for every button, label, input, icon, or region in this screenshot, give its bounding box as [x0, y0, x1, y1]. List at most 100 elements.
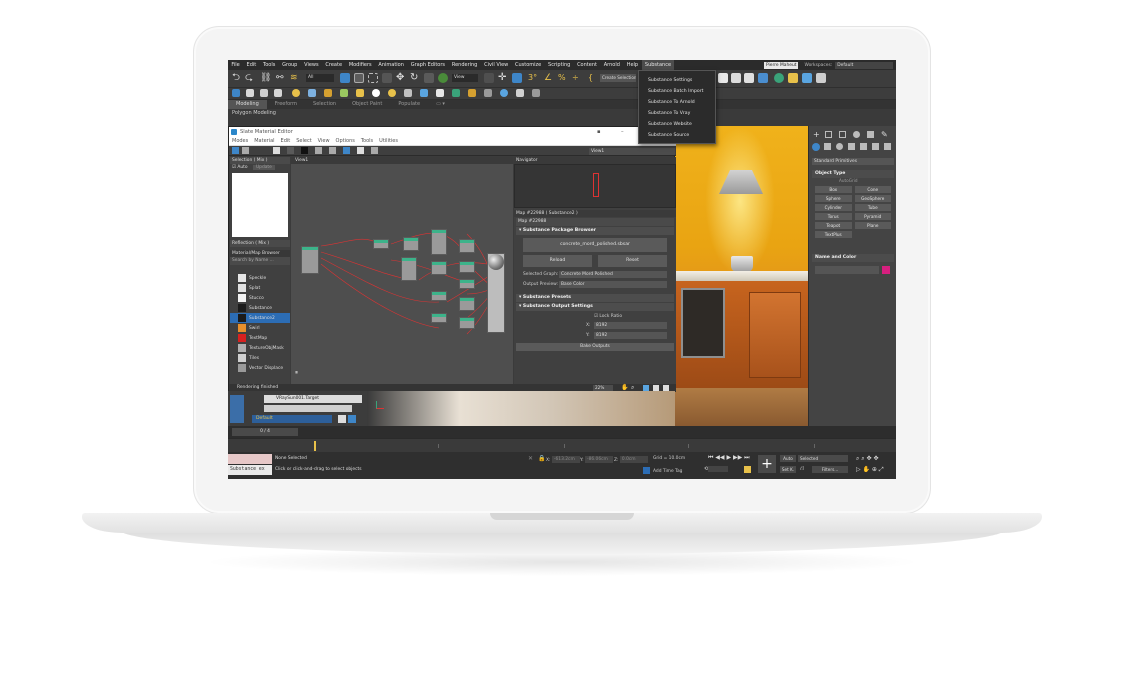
- layer-default[interactable]: Default: [252, 415, 332, 423]
- set-key-button[interactable]: Set K.: [780, 466, 796, 473]
- pan-icon[interactable]: ✋: [621, 384, 628, 391]
- menu-content[interactable]: Content: [574, 60, 601, 70]
- snaps-toggle-icon[interactable]: 3°: [528, 73, 538, 83]
- shape-icon[interactable]: [324, 89, 332, 97]
- output-settings-rollout[interactable]: ▾ Substance Output Settings: [516, 303, 674, 311]
- x-resolution-select[interactable]: 8192: [594, 321, 667, 329]
- vray-light-icon[interactable]: [452, 89, 460, 97]
- layer-icon[interactable]: [232, 89, 240, 97]
- hierarchy-tab-icon[interactable]: [839, 131, 846, 138]
- selected-set-select[interactable]: Selected: [798, 455, 848, 462]
- vray-plane-icon[interactable]: [532, 89, 540, 97]
- slate-menu-utilities[interactable]: Utilities: [376, 137, 401, 146]
- reload-button[interactable]: Reload: [523, 255, 592, 267]
- menu-tools[interactable]: Tools: [260, 60, 279, 70]
- tab-populate[interactable]: Populate: [390, 100, 428, 109]
- primitive-sphere-button[interactable]: Sphere: [815, 195, 852, 202]
- primitive-box-button[interactable]: Box: [815, 186, 852, 193]
- list-item[interactable]: TextMap: [230, 333, 290, 343]
- bone-icon[interactable]: [356, 89, 364, 97]
- y-resolution-select[interactable]: 8192: [594, 331, 667, 339]
- navigator-panel[interactable]: [514, 164, 676, 208]
- list-item[interactable]: Splat: [230, 283, 290, 293]
- layer-explorer-icon[interactable]: [246, 89, 254, 97]
- y-coord-field[interactable]: -86.06cm: [584, 456, 613, 463]
- add-time-tag-button[interactable]: Add Time Tag: [643, 467, 682, 474]
- menu-customize[interactable]: Customize: [512, 60, 545, 70]
- render-iterative-icon[interactable]: [788, 73, 798, 83]
- menu-substance[interactable]: Substance: [641, 60, 675, 70]
- systems-category-icon[interactable]: [884, 143, 891, 150]
- primitive-geosphere-button[interactable]: GeoSphere: [854, 195, 891, 202]
- slate-menu-modes[interactable]: Modes: [229, 137, 251, 146]
- redo-icon[interactable]: ⮎: [245, 73, 255, 83]
- select-manipulate-icon[interactable]: ✛: [498, 73, 508, 83]
- map-node[interactable]: [459, 279, 475, 289]
- delete-selected-icon[interactable]: [301, 147, 308, 154]
- teapot-icon[interactable]: [388, 89, 396, 97]
- map-node[interactable]: [459, 317, 475, 329]
- menu-file[interactable]: File: [228, 60, 243, 70]
- track-bar[interactable]: [228, 438, 896, 452]
- name-and-color-rollout[interactable]: Name and Color: [812, 254, 894, 262]
- vray-proxy-icon[interactable]: [484, 89, 492, 97]
- output-preview-select[interactable]: Base Color: [559, 280, 667, 288]
- list-item[interactable]: Vector Displace: [230, 363, 290, 373]
- package-browser-rollout[interactable]: ▾ Substance Package Browser: [516, 227, 674, 235]
- layout-all-icon[interactable]: [371, 147, 378, 154]
- menu-civil-view[interactable]: Civil View: [481, 60, 512, 70]
- map-node[interactable]: [459, 239, 475, 253]
- light-icon[interactable]: [292, 89, 300, 97]
- maxscript-listener-input[interactable]: Substance ex: [228, 465, 272, 475]
- auto-key-button[interactable]: Auto: [780, 455, 796, 462]
- lock-ratio-checkbox[interactable]: ☑ Lock Ratio: [594, 314, 667, 319]
- reference-coordinate-select[interactable]: View: [452, 74, 478, 82]
- frame-spinner[interactable]: ⟲: [704, 466, 729, 472]
- rotate-icon[interactable]: ↻: [410, 73, 420, 83]
- rectangular-selection-icon[interactable]: [368, 73, 378, 83]
- select-by-name-icon[interactable]: [354, 73, 364, 83]
- menu-modifiers[interactable]: Modifiers: [345, 60, 375, 70]
- substance-menu-item[interactable]: Substance Settings: [639, 75, 715, 86]
- slate-menu-tools[interactable]: Tools: [358, 137, 376, 146]
- playback-controls[interactable]: ⏮ ◀◀ ▶ ▶▶ ⏭: [708, 454, 750, 462]
- scale-icon[interactable]: [424, 73, 434, 83]
- list-item[interactable]: Substance2: [230, 313, 290, 323]
- angle-snap-icon[interactable]: ∠: [544, 73, 554, 83]
- view-select[interactable]: View1: [589, 148, 675, 155]
- presets-rollout[interactable]: ▾ Substance Presets: [516, 294, 674, 302]
- ribbon-options-icon[interactable]: ▭ ▾: [428, 100, 453, 109]
- menu-arnold[interactable]: Arnold: [600, 60, 623, 70]
- selected-graph-select[interactable]: Concrete Mord Polished: [559, 270, 667, 278]
- slate-menu-edit[interactable]: Edit: [278, 137, 294, 146]
- substance-menu-item[interactable]: Substance To Vray: [639, 108, 715, 119]
- update-button[interactable]: Update: [252, 165, 275, 170]
- primitive-cylinder-button[interactable]: Cylinder: [815, 204, 852, 211]
- vray-fur-icon[interactable]: [516, 89, 524, 97]
- show-end-result-icon[interactable]: [357, 147, 364, 154]
- user-account-button[interactable]: Pierre Maheut: [764, 61, 799, 69]
- sphere-icon[interactable]: [372, 89, 380, 97]
- map-node[interactable]: [403, 237, 419, 251]
- workspace-select[interactable]: Default: [835, 61, 894, 69]
- utilities-tab-icon[interactable]: ✎: [881, 130, 888, 139]
- reset-button[interactable]: Reset: [598, 255, 667, 267]
- list-item[interactable]: Speckle: [230, 273, 290, 283]
- primitive-torus-button[interactable]: Torus: [815, 213, 852, 220]
- select-tool-icon[interactable]: [232, 147, 239, 154]
- slate-menu-view[interactable]: View: [315, 137, 333, 146]
- z-coord-field[interactable]: 0.0cm: [619, 456, 648, 463]
- move-children-icon[interactable]: [315, 147, 322, 154]
- tab-selection[interactable]: Selection: [305, 100, 344, 109]
- undo-icon[interactable]: ⮌: [232, 73, 242, 83]
- primitive-tube-button[interactable]: Tube: [854, 204, 891, 211]
- selection-lock-icon[interactable]: 🔒: [538, 455, 545, 462]
- render-cloud-icon[interactable]: [816, 73, 826, 83]
- map-node[interactable]: [459, 261, 475, 273]
- space-warps-category-icon[interactable]: [872, 143, 879, 150]
- map-node[interactable]: [431, 229, 447, 255]
- create-selection-set-field[interactable]: Create Selection S: [600, 74, 636, 82]
- list-item[interactable]: Stucco: [230, 293, 290, 303]
- time-slider[interactable]: 0 / 4: [228, 426, 896, 438]
- map-node[interactable]: [459, 297, 475, 311]
